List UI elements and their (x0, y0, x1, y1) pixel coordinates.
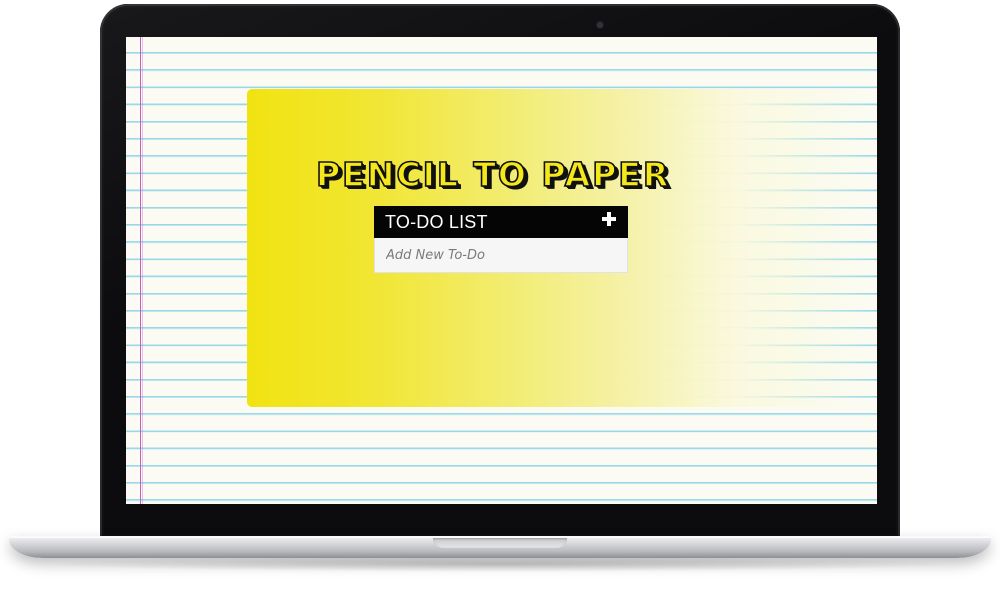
laptop-frame: PENCIL TO PAPER TO-DO LIST (0, 0, 1000, 604)
todo-list-header: TO-DO LIST (374, 206, 628, 238)
app-title: PENCIL TO PAPER (315, 154, 671, 195)
new-todo-input[interactable] (374, 238, 628, 273)
camera-icon (597, 22, 603, 28)
plus-icon[interactable] (600, 210, 618, 228)
paper-margin-line (140, 37, 141, 504)
screen: PENCIL TO PAPER TO-DO LIST (126, 37, 877, 504)
todo-list-title: TO-DO LIST (385, 211, 488, 232)
laptop-shadow (40, 556, 960, 572)
laptop-opening-notch (433, 538, 567, 548)
paper-margin-line-shadow (142, 37, 143, 504)
